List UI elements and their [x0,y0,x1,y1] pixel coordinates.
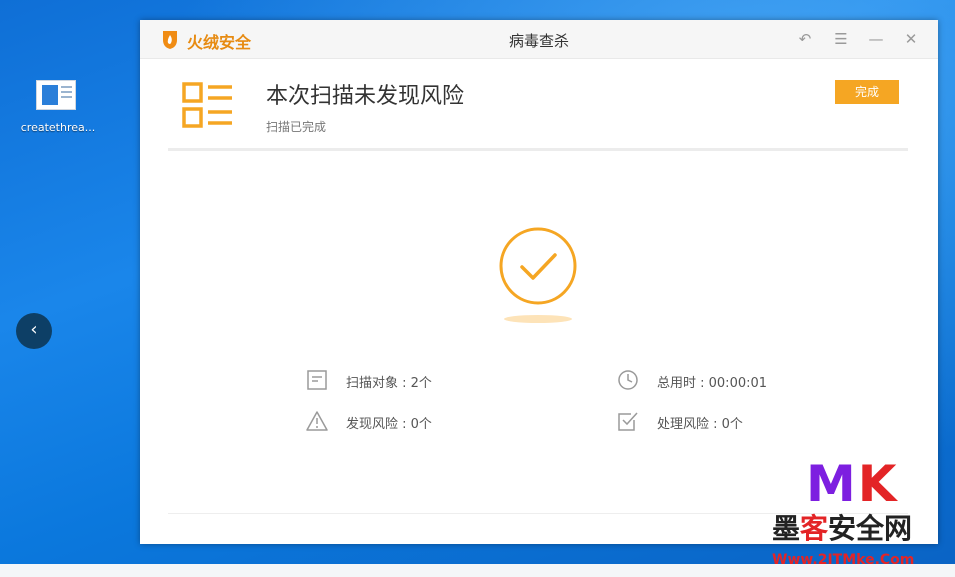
result-title: 本次扫描未发现风险 [266,84,465,109]
minimize-button[interactable]: — [866,29,886,49]
menu-icon[interactable]: ☰ [831,29,851,49]
result-subtitle: 扫描已完成 [266,120,327,134]
watermark-cn-a: 墨 [772,512,801,545]
titlebar: 火绒安全 病毒查杀 ↶ ☰ — ✕ [140,20,938,59]
desktop-file-label: createthrea... [20,121,96,134]
watermark-logo: MK [806,456,899,512]
done-button[interactable]: 完成 [835,80,899,104]
watermark-cn-c: 安全网 [828,512,913,545]
watermark-k: K [857,455,899,513]
close-button[interactable]: ✕ [901,29,921,49]
window-title: 病毒查杀 [508,32,569,50]
document-icon [307,370,327,390]
chevron-left-icon: ‹ [30,319,38,340]
success-check-icon [499,227,577,323]
total-time-text: 总用时 : 00:00:01 [657,376,768,391]
header-divider [168,148,908,151]
checkbox-checked-icon [618,412,638,431]
scan-objects-text: 扫描对象 : 2个 [346,376,432,391]
desktop-file-icon[interactable]: createthrea... [18,74,98,138]
risks-handled-text: 处理风险 : 0个 [657,417,743,432]
watermark-m: M [806,455,858,513]
document-icon [36,80,76,110]
clock-icon [618,370,638,390]
back-icon[interactable]: ↶ [795,29,815,49]
risks-found-text: 发现风险 : 0个 [346,417,432,432]
watermark-site-name: 墨客安全网 [772,512,912,546]
watermark-cn-b: 客 [800,512,829,545]
warning-icon [306,411,328,431]
scan-report-icon [182,82,232,128]
back-arrow-button[interactable]: ‹ [16,313,52,349]
watermark-url: Www.2ITMke.Com [772,552,915,568]
